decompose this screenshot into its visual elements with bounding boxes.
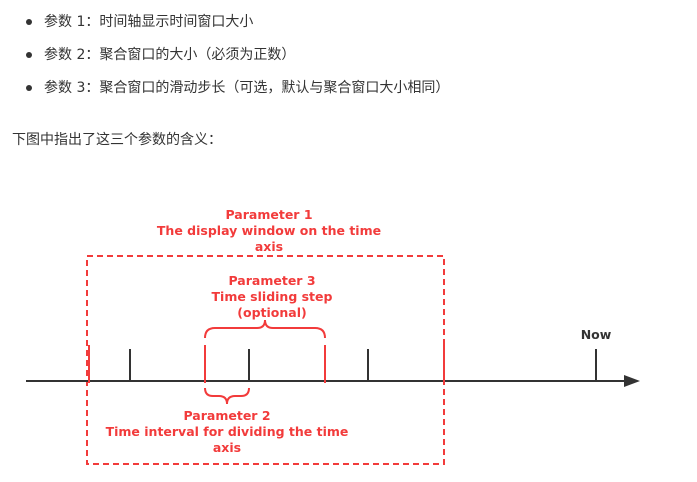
interval-brace — [204, 387, 250, 405]
axis-arrow-icon — [624, 375, 640, 387]
param2-line2: Time interval for dividing the time — [106, 424, 349, 439]
param3-line2: Time sliding step — [212, 289, 333, 304]
param3-line3: (optional) — [237, 305, 306, 320]
param1-title: Parameter 1 — [225, 207, 312, 222]
param1-line2: The display window on the time — [157, 223, 381, 238]
param3-title: Parameter 3 — [228, 273, 315, 288]
now-label: Now — [581, 327, 612, 342]
param2-title: Parameter 2 — [183, 408, 270, 423]
param2-line3: axis — [213, 440, 241, 455]
time-window-diagram: Parameter 1 The display window on the ti… — [26, 207, 640, 465]
sliding-step-brace — [204, 319, 326, 339]
param1-line3: axis — [255, 239, 283, 254]
